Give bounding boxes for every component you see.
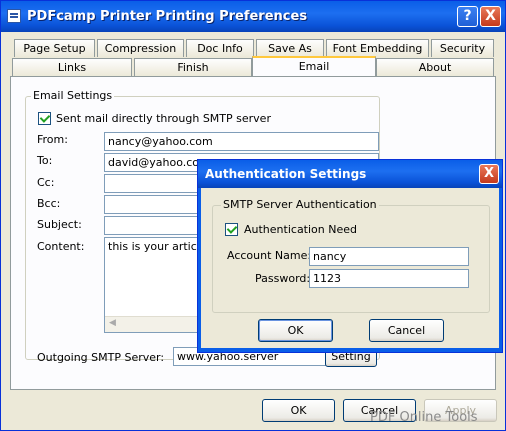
account-name-label: Account Name: xyxy=(227,249,312,262)
smtp-direct-checkbox[interactable] xyxy=(38,112,51,125)
from-field[interactable]: nancy@yahoo.com xyxy=(104,132,379,151)
auth-dialog-title: Authentication Settings xyxy=(205,167,367,181)
subject-label: Subject: xyxy=(37,218,82,231)
smtp-server-label: Outgoing SMTP Server: xyxy=(37,351,165,364)
to-label: To: xyxy=(37,154,53,167)
tab-doc-info[interactable]: Doc Info xyxy=(186,39,254,57)
password-field[interactable]: 1123 xyxy=(309,269,469,288)
auth-dialog-title-bar[interactable]: Authentication Settings X xyxy=(198,160,502,188)
tab-security[interactable]: Security xyxy=(431,39,494,57)
email-settings-label: Email Settings xyxy=(31,89,115,102)
watermark-text: PDF Online Tools xyxy=(370,410,478,425)
tab-save-as[interactable]: Save As xyxy=(256,39,324,57)
tab-links[interactable]: Links xyxy=(12,58,132,76)
content-text: this is your article. xyxy=(108,240,211,253)
tab-page-setup[interactable]: Page Setup xyxy=(14,39,95,57)
cc-label: Cc: xyxy=(37,176,55,189)
authentication-dialog: Authentication Settings X SMTP Server Au… xyxy=(197,159,503,353)
auth-cancel-button[interactable]: Cancel xyxy=(369,319,444,342)
auth-ok-button[interactable]: OK xyxy=(258,319,333,342)
scroll-left-icon[interactable]: ◀ xyxy=(109,318,116,328)
account-name-field[interactable]: nancy xyxy=(309,247,469,266)
content-label: Content: xyxy=(37,240,85,253)
title-bar[interactable]: PDFcamp Printer Printing Preferences ? X xyxy=(1,1,505,32)
ok-button[interactable]: OK xyxy=(262,399,335,422)
close-button[interactable]: X xyxy=(480,6,501,27)
preferences-window: PDFcamp Printer Printing Preferences ? X… xyxy=(0,0,506,431)
tab-about[interactable]: About xyxy=(376,58,494,76)
auth-close-button[interactable]: X xyxy=(479,164,499,184)
tab-font-embedding[interactable]: Font Embedding xyxy=(326,39,429,57)
tab-finish[interactable]: Finish xyxy=(134,58,252,76)
content-horizontal-scrollbar[interactable]: ◀ xyxy=(105,316,205,332)
auth-need-label: Authentication Need xyxy=(244,223,357,236)
from-label: From: xyxy=(37,133,68,146)
bcc-label: Bcc: xyxy=(37,197,61,210)
password-label: Password: xyxy=(255,272,311,285)
auth-dialog-body: SMTP Server Authentication Authenticatio… xyxy=(201,188,499,348)
tab-email[interactable]: Email xyxy=(252,56,376,76)
smtp-direct-label: Sent mail directly through SMTP server xyxy=(56,112,271,125)
smtp-auth-group-label: SMTP Server Authentication xyxy=(221,198,379,211)
auth-need-checkbox[interactable] xyxy=(225,223,238,236)
tab-compression[interactable]: Compression xyxy=(97,39,184,57)
printer-app-icon xyxy=(7,9,21,23)
window-title: PDFcamp Printer Printing Preferences xyxy=(27,9,308,24)
help-button[interactable]: ? xyxy=(457,6,478,27)
